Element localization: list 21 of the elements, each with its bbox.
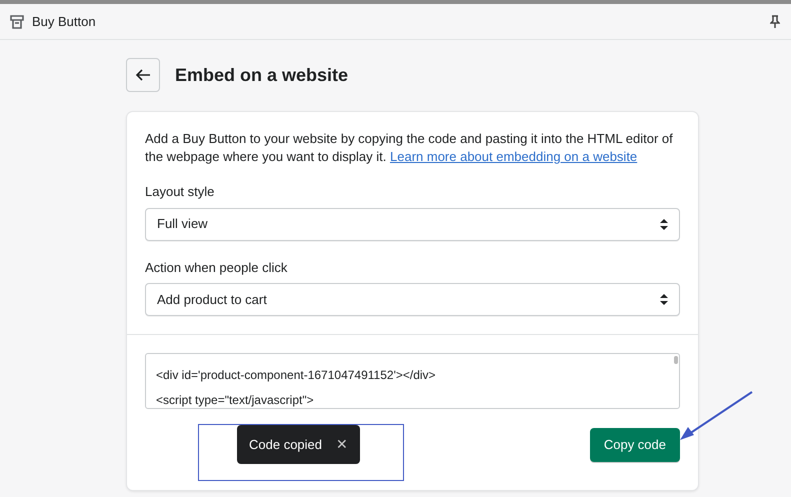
- back-arrow-icon: [135, 68, 151, 82]
- code-field[interactable]: <div id='product-component-1671047491152'></div> <script type="text/javascript">: [145, 353, 680, 409]
- close-button[interactable]: ✕: [336, 434, 348, 455]
- code-line: <div id='product-component-1671047491152'></div>: [156, 367, 436, 384]
- select-field[interactable]: Full view: [145, 208, 680, 240]
- learn-more-link[interactable]: Learn more about embedding on a website: [390, 149, 638, 164]
- scrollbar-thumb: [674, 356, 678, 364]
- select-caret-icon: [660, 294, 668, 305]
- code-line: <script type="text/javascript">: [156, 392, 314, 409]
- field-label: Layout style: [145, 183, 216, 201]
- back-button[interactable]: [126, 58, 160, 92]
- store-icon: [10, 14, 24, 28]
- page-title: Embed on a website: [175, 64, 348, 86]
- intro-text: Add a Buy Button to your website by copying the code and pasting it into the HTML editor of the webpage where you want to display it. Learn more about embedding on a website: [145, 130, 674, 166]
- copy-code-button[interactable]: Copy code: [590, 428, 680, 462]
- app-title: Buy Button: [32, 12, 96, 31]
- field-label: Action when people click: [145, 258, 288, 277]
- pin-icon[interactable]: [770, 14, 780, 28]
- select-caret-icon: [660, 218, 668, 230]
- select-field[interactable]: Add product to cart: [145, 283, 680, 316]
- toast-text: Code copied: [249, 436, 322, 454]
